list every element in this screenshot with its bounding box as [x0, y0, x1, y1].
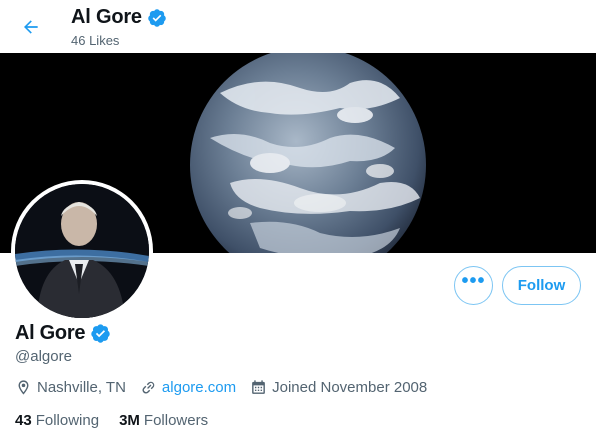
followers-label: Followers	[143, 412, 209, 429]
profile-name-row: Al Gore	[15, 322, 111, 345]
joined-item: Joined November 2008	[250, 379, 427, 396]
header-title-row: Al Gore	[71, 6, 167, 29]
following-stat[interactable]: 43 Following	[15, 412, 99, 429]
followers-stat[interactable]: 3M Followers	[119, 412, 208, 429]
more-dots-icon: •••	[461, 270, 486, 292]
website-item[interactable]: algore.com	[140, 379, 236, 396]
followers-count: 3M	[119, 412, 140, 429]
follow-button[interactable]: Follow	[502, 266, 581, 305]
back-button[interactable]	[14, 10, 48, 44]
arrow-left-icon	[24, 20, 38, 34]
link-icon	[142, 381, 155, 394]
verified-badge-icon	[91, 324, 110, 343]
person-portrait-image	[15, 184, 149, 318]
profile-meta: Nashville, TN algore.com Joined November…	[15, 379, 441, 396]
verified-badge-icon	[148, 8, 166, 27]
more-options-button[interactable]: •••	[454, 266, 493, 305]
top-bar: Al Gore 46 Likes	[0, 0, 596, 53]
website-link[interactable]: algore.com	[162, 379, 236, 396]
calendar-icon	[252, 380, 265, 394]
following-label: Following	[35, 412, 100, 429]
header-subtitle: 46 Likes	[71, 33, 120, 48]
joined-text: Joined November 2008	[272, 379, 428, 396]
location-pin-icon	[18, 380, 29, 395]
header-title: Al Gore	[71, 6, 142, 28]
avatar[interactable]	[11, 180, 153, 322]
profile-handle: @algore	[15, 348, 72, 365]
location-text: Nashville, TN	[37, 379, 126, 396]
location-item: Nashville, TN	[15, 379, 126, 396]
following-count: 43	[15, 412, 32, 429]
profile-stats: 43 Following 3M Followers	[15, 412, 228, 429]
avatar-photo	[15, 184, 149, 318]
profile-name: Al Gore	[15, 322, 86, 344]
